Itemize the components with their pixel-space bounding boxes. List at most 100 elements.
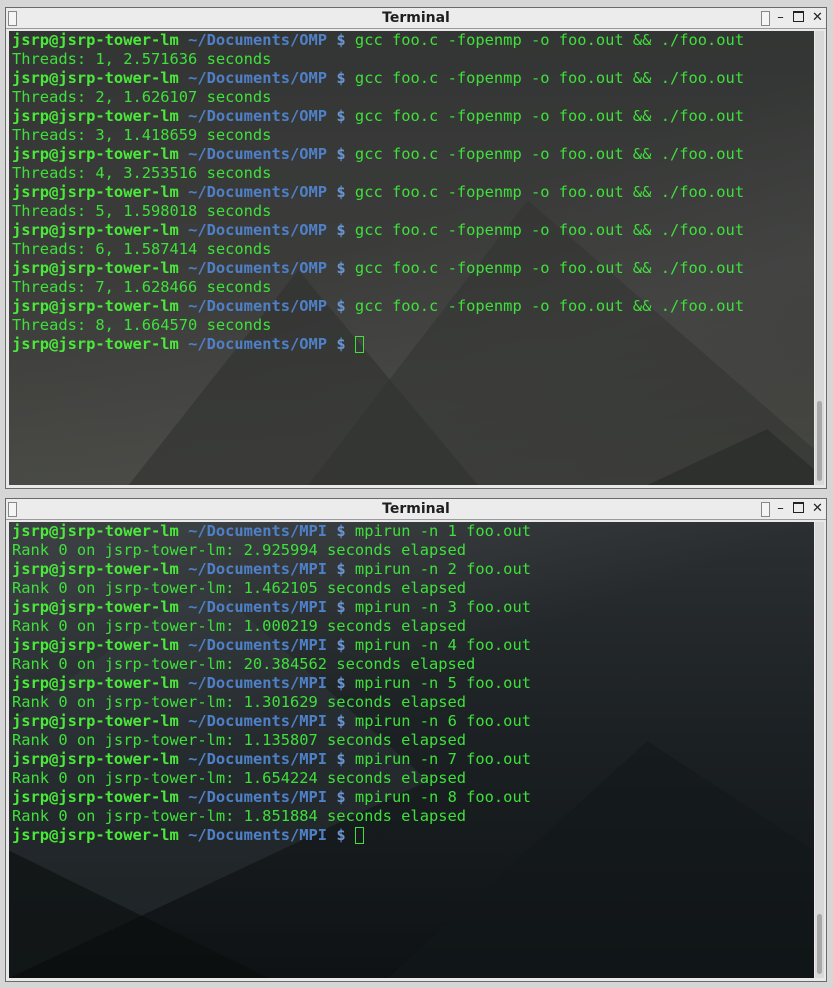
- prompt-symbol: $: [336, 750, 346, 768]
- command-text: gcc foo.c -fopenmp -o foo.out && ./foo.o…: [354, 107, 745, 125]
- output-line: Threads: 3, 1.418659 seconds: [12, 126, 272, 144]
- output-line: Rank 0 on jsrp-tower-lm: 1.135807 second…: [12, 731, 467, 749]
- output-line: Threads: 8, 1.664570 seconds: [12, 316, 272, 334]
- prompt-line: jsrp@jsrp-tower-lm ~/Documents/MPI $ mpi…: [12, 788, 814, 807]
- command-text: mpirun -n 6 foo.out: [354, 712, 531, 730]
- prompt-line: jsrp@jsrp-tower-lm ~/Documents/MPI $ mpi…: [12, 674, 814, 693]
- title-bar-edge: [761, 11, 770, 26]
- prompt-path: ~/Documents/MPI: [188, 750, 328, 768]
- prompt-path: ~/Documents/OMP: [188, 259, 328, 277]
- prompt-path: ~/Documents/MPI: [188, 560, 328, 578]
- close-icon[interactable]: ✕: [810, 10, 825, 25]
- prompt-line: jsrp@jsrp-tower-lm ~/Documents/OMP $ gcc…: [12, 145, 814, 164]
- terminal-window-omp[interactable]: Terminal – ✕ jsrp@jsrp-tower-lm ~/Docume…: [5, 7, 827, 489]
- prompt-symbol: $: [336, 522, 346, 540]
- output-line: Rank 0 on jsrp-tower-lm: 1.301629 second…: [12, 693, 467, 711]
- prompt-path: ~/Documents/OMP: [188, 221, 328, 239]
- prompt-line: jsrp@jsrp-tower-lm ~/Documents/MPI $: [12, 826, 814, 845]
- command-text: gcc foo.c -fopenmp -o foo.out && ./foo.o…: [354, 31, 745, 49]
- prompt-path: ~/Documents/MPI: [188, 522, 328, 540]
- text-cursor[interactable]: [354, 336, 364, 353]
- prompt-path: ~/Documents/OMP: [188, 297, 328, 315]
- scrollbar[interactable]: [815, 31, 824, 485]
- prompt-symbol: $: [336, 69, 346, 87]
- command-text: gcc foo.c -fopenmp -o foo.out && ./foo.o…: [354, 183, 745, 201]
- prompt-user: jsrp@jsrp-tower-lm: [12, 221, 179, 239]
- prompt-line: jsrp@jsrp-tower-lm ~/Documents/OMP $ gcc…: [12, 69, 814, 88]
- prompt-symbol: $: [336, 788, 346, 806]
- command-text: mpirun -n 8 foo.out: [354, 788, 531, 806]
- command-text: mpirun -n 3 foo.out: [354, 598, 531, 616]
- maximize-icon[interactable]: [791, 10, 806, 25]
- prompt-symbol: $: [336, 674, 346, 692]
- command-text: mpirun -n 2 foo.out: [354, 560, 531, 578]
- prompt-user: jsrp@jsrp-tower-lm: [12, 826, 179, 844]
- prompt-line: jsrp@jsrp-tower-lm ~/Documents/OMP $ gcc…: [12, 221, 814, 240]
- terminal-screen[interactable]: jsrp@jsrp-tower-lm ~/Documents/OMP $ gcc…: [9, 31, 814, 485]
- terminal-window-mpi[interactable]: Terminal – ✕ jsrp@jsrp-tower-lm ~/Docume…: [5, 498, 827, 982]
- minimize-icon[interactable]: –: [773, 10, 788, 25]
- output-line: Threads: 1, 2.571636 seconds: [12, 50, 272, 68]
- prompt-symbol: $: [336, 826, 346, 844]
- output-line: Rank 0 on jsrp-tower-lm: 1.851884 second…: [12, 807, 467, 825]
- window-title: Terminal: [382, 501, 450, 517]
- text-cursor[interactable]: [354, 827, 364, 844]
- prompt-user: jsrp@jsrp-tower-lm: [12, 750, 179, 768]
- output-line: Threads: 4, 3.253516 seconds: [12, 164, 272, 182]
- prompt-line: jsrp@jsrp-tower-lm ~/Documents/OMP $ gcc…: [12, 107, 814, 126]
- prompt-user: jsrp@jsrp-tower-lm: [12, 297, 179, 315]
- prompt-line: jsrp@jsrp-tower-lm ~/Documents/OMP $ gcc…: [12, 183, 814, 202]
- prompt-line: jsrp@jsrp-tower-lm ~/Documents/OMP $ gcc…: [12, 259, 814, 278]
- prompt-path: ~/Documents/MPI: [188, 598, 328, 616]
- output-line: Threads: 5, 1.598018 seconds: [12, 202, 272, 220]
- scrollbar[interactable]: [815, 522, 824, 978]
- command-text: gcc foo.c -fopenmp -o foo.out && ./foo.o…: [354, 259, 745, 277]
- title-bar-edge: [761, 502, 770, 517]
- prompt-line: jsrp@jsrp-tower-lm ~/Documents/MPI $ mpi…: [12, 712, 814, 731]
- terminal-output: jsrp@jsrp-tower-lm ~/Documents/MPI $ mpi…: [12, 522, 814, 845]
- terminal-screen[interactable]: jsrp@jsrp-tower-lm ~/Documents/MPI $ mpi…: [9, 522, 814, 978]
- prompt-path: ~/Documents/MPI: [188, 826, 328, 844]
- command-text: mpirun -n 1 foo.out: [354, 522, 531, 540]
- prompt-symbol: $: [336, 31, 346, 49]
- output-line: Threads: 7, 1.628466 seconds: [12, 278, 272, 296]
- prompt-line: jsrp@jsrp-tower-lm ~/Documents/MPI $ mpi…: [12, 598, 814, 617]
- terminal-output: jsrp@jsrp-tower-lm ~/Documents/OMP $ gcc…: [12, 31, 814, 354]
- close-icon[interactable]: ✕: [810, 501, 825, 516]
- prompt-symbol: $: [336, 335, 346, 353]
- prompt-path: ~/Documents/OMP: [188, 183, 328, 201]
- prompt-user: jsrp@jsrp-tower-lm: [12, 69, 179, 87]
- prompt-symbol: $: [336, 107, 346, 125]
- prompt-path: ~/Documents/OMP: [188, 335, 328, 353]
- prompt-line: jsrp@jsrp-tower-lm ~/Documents/OMP $ gcc…: [12, 297, 814, 316]
- scrollbar-thumb[interactable]: [817, 401, 822, 481]
- scrollbar-thumb[interactable]: [817, 914, 822, 974]
- output-line: Rank 0 on jsrp-tower-lm: 1.462105 second…: [12, 579, 467, 597]
- prompt-user: jsrp@jsrp-tower-lm: [12, 598, 179, 616]
- prompt-user: jsrp@jsrp-tower-lm: [12, 712, 179, 730]
- title-bar[interactable]: Terminal – ✕: [6, 8, 826, 29]
- minimize-icon[interactable]: –: [773, 501, 788, 516]
- prompt-user: jsrp@jsrp-tower-lm: [12, 636, 179, 654]
- output-line: Rank 0 on jsrp-tower-lm: 20.384562 secon…: [12, 655, 476, 673]
- output-line: Threads: 6, 1.587414 seconds: [12, 240, 272, 258]
- prompt-user: jsrp@jsrp-tower-lm: [12, 259, 179, 277]
- prompt-symbol: $: [336, 183, 346, 201]
- output-line: Rank 0 on jsrp-tower-lm: 1.654224 second…: [12, 769, 467, 787]
- prompt-line: jsrp@jsrp-tower-lm ~/Documents/OMP $: [12, 335, 814, 354]
- prompt-line: jsrp@jsrp-tower-lm ~/Documents/MPI $ mpi…: [12, 750, 814, 769]
- prompt-path: ~/Documents/OMP: [188, 31, 328, 49]
- prompt-symbol: $: [336, 636, 346, 654]
- title-bar[interactable]: Terminal – ✕: [6, 499, 826, 520]
- prompt-user: jsrp@jsrp-tower-lm: [12, 560, 179, 578]
- window-title: Terminal: [382, 10, 450, 26]
- maximize-icon[interactable]: [791, 501, 806, 516]
- prompt-symbol: $: [336, 259, 346, 277]
- prompt-path: ~/Documents/MPI: [188, 674, 328, 692]
- prompt-user: jsrp@jsrp-tower-lm: [12, 335, 179, 353]
- prompt-user: jsrp@jsrp-tower-lm: [12, 31, 179, 49]
- prompt-user: jsrp@jsrp-tower-lm: [12, 107, 179, 125]
- prompt-path: ~/Documents/MPI: [188, 788, 328, 806]
- prompt-path: ~/Documents/MPI: [188, 636, 328, 654]
- prompt-user: jsrp@jsrp-tower-lm: [12, 788, 179, 806]
